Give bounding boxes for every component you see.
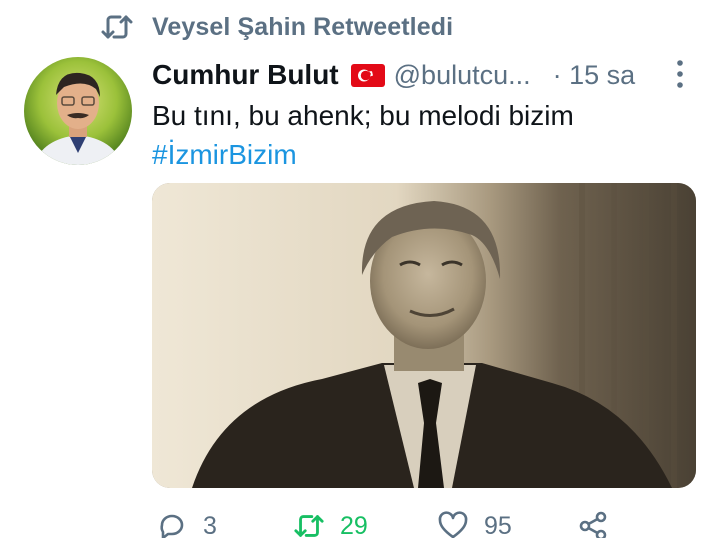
retweet-button[interactable]: 29 <box>293 510 368 538</box>
tweet-timestamp[interactable]: · 15 sa <box>553 60 636 91</box>
share-button[interactable] <box>577 510 609 538</box>
tweet-actions: 3 29 95 <box>152 510 672 538</box>
more-options-icon[interactable] <box>674 58 686 92</box>
like-count: 95 <box>484 511 512 538</box>
tweet-body: Bu tını, bu ahenk; bu melodi bizim #İzmi… <box>152 96 574 174</box>
sepia-portrait-image <box>152 183 696 488</box>
reply-icon <box>160 514 184 538</box>
author-handle[interactable]: @bulutcu... <box>394 60 531 91</box>
avatar-image <box>24 57 132 165</box>
retweet-context[interactable]: Veysel Şahin Retweetledi <box>100 10 453 44</box>
retweet-count: 29 <box>340 511 368 538</box>
author-name[interactable]: Cumhur Bulut <box>152 59 339 91</box>
reply-button[interactable]: 3 <box>156 510 217 538</box>
retweet-icon <box>101 15 133 39</box>
retweeted-by-label: Veysel Şahin Retweetledi <box>152 12 454 41</box>
heart-icon <box>438 511 468 538</box>
like-button[interactable]: 95 <box>437 510 512 538</box>
tweet-media-photo[interactable] <box>152 183 696 488</box>
turkey-flag-icon <box>350 63 385 87</box>
reply-count: 3 <box>203 511 217 538</box>
tweet-header: Cumhur Bulut @bulutcu... · 15 sa <box>152 56 696 94</box>
tweet-text: Bu tını, bu ahenk; bu melodi bizim <box>152 100 574 131</box>
retweet-icon <box>294 515 324 537</box>
author-avatar[interactable] <box>24 57 132 165</box>
share-icon <box>579 511 607 538</box>
hashtag-link[interactable]: #İzmirBizim <box>152 135 574 174</box>
